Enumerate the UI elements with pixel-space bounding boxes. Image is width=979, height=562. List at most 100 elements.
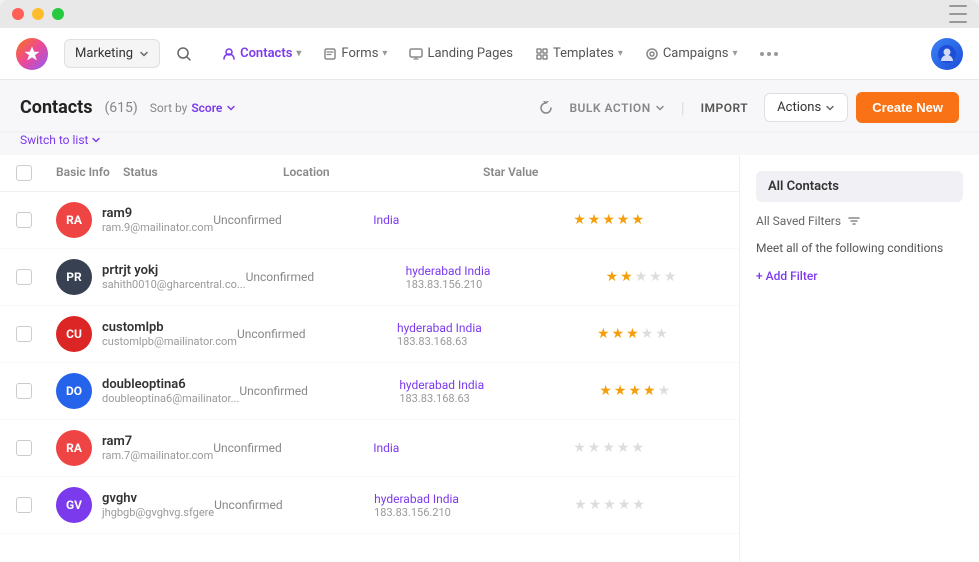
filled-star[interactable]: ★ bbox=[626, 326, 639, 342]
contacts-count: (615) bbox=[104, 100, 137, 116]
marketing-dropdown[interactable]: Marketing bbox=[64, 39, 160, 68]
all-contacts-filter[interactable]: All Contacts bbox=[756, 171, 963, 202]
filled-star[interactable]: ★ bbox=[573, 212, 586, 228]
contact-info: GV gvghv jhgbgb@gvghvg.sfgere bbox=[56, 487, 214, 523]
contact-location: hyderabad India 183.83.156.210 bbox=[406, 264, 606, 291]
nav-item-landing-pages[interactable]: Landing Pages bbox=[399, 40, 523, 67]
filled-star[interactable]: ★ bbox=[606, 269, 619, 285]
create-new-button[interactable]: Create New bbox=[856, 92, 959, 123]
import-button[interactable]: IMPORT bbox=[693, 97, 757, 119]
empty-star[interactable]: ★ bbox=[603, 497, 616, 513]
nav-item-forms[interactable]: Forms ▾ bbox=[313, 40, 397, 67]
contact-info: CU customlpb customlpb@mailinator.com bbox=[56, 316, 237, 352]
location-city: hyderabad India bbox=[374, 492, 574, 506]
contact-avatar: DO bbox=[56, 373, 92, 409]
minimize-button[interactable] bbox=[32, 8, 44, 20]
row-checkbox[interactable] bbox=[16, 497, 32, 513]
user-avatar[interactable] bbox=[931, 38, 963, 70]
actions-label: Actions bbox=[777, 100, 821, 115]
actions-button[interactable]: Actions bbox=[764, 93, 848, 122]
filled-star[interactable]: ★ bbox=[617, 212, 630, 228]
contact-name: ram7 bbox=[102, 434, 213, 449]
table-row: GV gvghv jhgbgb@gvghvg.sfgere Unconfirme… bbox=[0, 477, 739, 534]
empty-star[interactable]: ★ bbox=[574, 497, 587, 513]
contact-email: ram.7@mailinator.com bbox=[102, 449, 213, 462]
close-button[interactable] bbox=[12, 8, 24, 20]
empty-star[interactable]: ★ bbox=[617, 440, 630, 456]
row-checkbox[interactable] bbox=[16, 383, 32, 399]
location-ip: 183.83.156.210 bbox=[374, 506, 574, 519]
switch-to-list[interactable]: Switch to list bbox=[20, 133, 959, 147]
add-filter-button[interactable]: + Add Filter bbox=[756, 269, 963, 283]
filled-star[interactable]: ★ bbox=[643, 383, 656, 399]
filled-star[interactable]: ★ bbox=[602, 212, 615, 228]
select-all-checkbox[interactable] bbox=[16, 165, 32, 181]
contact-details: gvghv jhgbgb@gvghvg.sfgere bbox=[102, 491, 214, 519]
filled-star[interactable]: ★ bbox=[612, 326, 625, 342]
empty-star[interactable]: ★ bbox=[632, 497, 645, 513]
header-location: Location bbox=[283, 165, 483, 181]
bulk-action-label: BULK ACTION bbox=[569, 101, 650, 115]
empty-star[interactable]: ★ bbox=[573, 440, 586, 456]
empty-star[interactable]: ★ bbox=[664, 269, 677, 285]
sub-header: Contacts (615) Sort by Score BULK ACTION… bbox=[0, 80, 979, 131]
filled-star[interactable]: ★ bbox=[628, 383, 641, 399]
contact-avatar: RA bbox=[56, 430, 92, 466]
filled-star[interactable]: ★ bbox=[588, 212, 601, 228]
star-rating[interactable]: ★★★★★ bbox=[574, 497, 739, 513]
conditions-text: Meet all of the following conditions bbox=[756, 240, 963, 257]
star-rating[interactable]: ★★★★★ bbox=[573, 212, 739, 228]
header-basic-info: Basic Info bbox=[56, 165, 123, 181]
row-checkbox-col bbox=[16, 212, 56, 228]
row-checkbox[interactable] bbox=[16, 326, 32, 342]
header-star-value: Star Value bbox=[483, 165, 683, 181]
header-status: Status bbox=[123, 165, 283, 181]
maximize-button[interactable] bbox=[52, 8, 64, 20]
empty-star[interactable]: ★ bbox=[658, 383, 671, 399]
filled-star[interactable]: ★ bbox=[631, 212, 644, 228]
saved-filters[interactable]: All Saved Filters bbox=[756, 214, 963, 228]
empty-star[interactable]: ★ bbox=[589, 497, 602, 513]
row-checkbox[interactable] bbox=[16, 212, 32, 228]
nav-item-campaigns[interactable]: Campaigns ▾ bbox=[635, 40, 748, 67]
sort-value[interactable]: Score bbox=[191, 101, 222, 115]
empty-star[interactable]: ★ bbox=[641, 326, 654, 342]
empty-star[interactable]: ★ bbox=[618, 497, 631, 513]
empty-star[interactable]: ★ bbox=[655, 326, 668, 342]
star-rating[interactable]: ★★★★★ bbox=[599, 383, 739, 399]
contact-name: customlpb bbox=[102, 320, 237, 335]
contact-location: hyderabad India 183.83.168.63 bbox=[397, 321, 597, 348]
filled-star[interactable]: ★ bbox=[599, 383, 612, 399]
empty-star[interactable]: ★ bbox=[631, 440, 644, 456]
location-city: India bbox=[373, 213, 573, 227]
row-checkbox-col bbox=[16, 326, 56, 342]
row-checkbox[interactable] bbox=[16, 440, 32, 456]
star-rating[interactable]: ★★★★★ bbox=[606, 269, 739, 285]
star-rating[interactable]: ★★★★★ bbox=[597, 326, 739, 342]
contact-email: ram.9@mailinator.com bbox=[102, 221, 213, 234]
row-checkbox[interactable] bbox=[16, 269, 32, 285]
forms-icon bbox=[323, 47, 337, 61]
more-nav-button[interactable] bbox=[750, 46, 788, 62]
top-nav: Marketing Contacts ▾ Forms ▾ bbox=[0, 28, 979, 80]
contact-info: RA ram7 ram.7@mailinator.com bbox=[56, 430, 213, 466]
forms-nav-label: Forms bbox=[341, 46, 378, 61]
empty-star[interactable]: ★ bbox=[635, 269, 648, 285]
nav-item-templates[interactable]: Templates ▾ bbox=[525, 40, 633, 67]
empty-star[interactable]: ★ bbox=[588, 440, 601, 456]
filled-star[interactable]: ★ bbox=[620, 269, 633, 285]
bulk-action-button[interactable]: BULK ACTION bbox=[561, 97, 672, 119]
star-rating[interactable]: ★★★★★ bbox=[573, 440, 739, 456]
marketing-label: Marketing bbox=[75, 46, 133, 61]
search-button[interactable] bbox=[168, 38, 200, 70]
refresh-icon[interactable] bbox=[539, 101, 553, 115]
contact-name: gvghv bbox=[102, 491, 214, 506]
filled-star[interactable]: ★ bbox=[597, 326, 610, 342]
table-section: Basic Info Status Location Star Value RA… bbox=[0, 155, 739, 562]
filled-star[interactable]: ★ bbox=[614, 383, 627, 399]
empty-star[interactable]: ★ bbox=[602, 440, 615, 456]
nav-item-contacts[interactable]: Contacts ▾ bbox=[212, 40, 311, 67]
hamburger-icon[interactable] bbox=[949, 3, 967, 25]
empty-star[interactable]: ★ bbox=[649, 269, 662, 285]
location-ip: 183.83.168.63 bbox=[399, 392, 599, 405]
